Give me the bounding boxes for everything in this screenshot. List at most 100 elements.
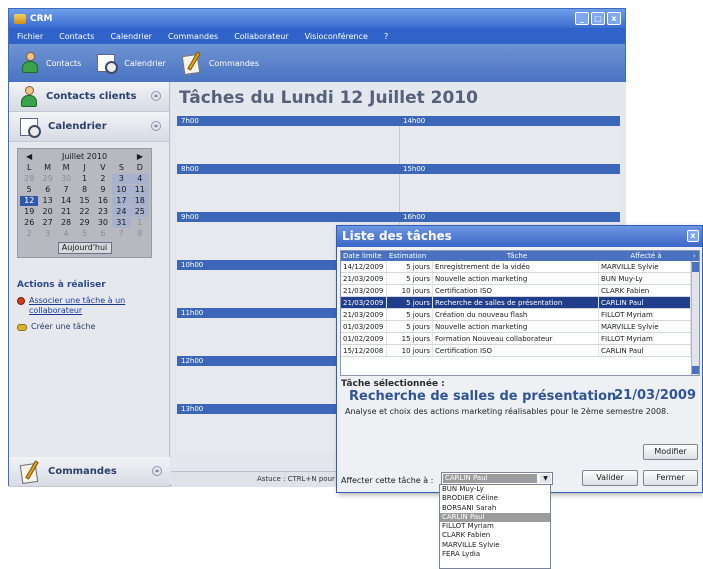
table-row[interactable]: 01/03/2009 5 jours Nouvelle action marketi… [341, 321, 699, 333]
calendar-day[interactable]: 19 [20, 207, 38, 217]
prev-month-button[interactable]: ◀ [26, 152, 32, 161]
dropdown-option[interactable]: BORSANI Sarah [440, 504, 550, 513]
scroll-down-icon[interactable] [692, 366, 699, 374]
action-assign[interactable]: Associer une tâche à un collaborateur [17, 296, 169, 316]
calendar-day[interactable]: 18 [130, 196, 149, 206]
calendar-day[interactable]: 27 [38, 218, 56, 228]
menu-calendrier[interactable]: Calendrier [102, 32, 160, 41]
calendar-day[interactable]: 4 [130, 174, 149, 184]
dropdown-option[interactable]: CLARK Fabien [440, 531, 550, 540]
action-assign-link[interactable]: Associer une tâche à un collaborateur [29, 296, 169, 316]
calendar-day[interactable]: 7 [112, 229, 130, 239]
calendar-day[interactable]: 28 [57, 218, 75, 228]
calendar-day[interactable]: 25 [130, 207, 149, 217]
calendar-day[interactable]: 16 [94, 196, 112, 206]
column-header[interactable]: Tâche [433, 251, 599, 261]
calendar-day[interactable]: 22 [75, 207, 93, 217]
dropdown-option[interactable]: FERA Lydia [440, 550, 550, 559]
action-create-label[interactable]: Créer une tâche [31, 322, 95, 332]
time-slot-body[interactable] [177, 126, 620, 164]
calendar-day[interactable]: 5 [75, 229, 93, 239]
maximize-button[interactable]: □ [591, 12, 605, 25]
menu-contacts[interactable]: Contacts [51, 32, 102, 41]
table-scrollbar[interactable] [691, 261, 699, 375]
expand-icon[interactable]: » [151, 91, 161, 101]
calendar-day[interactable]: 20 [38, 207, 56, 217]
dropdown-option[interactable]: BUN Muy-Ly [440, 485, 550, 494]
calendar-day[interactable]: 1 [75, 174, 93, 184]
minimize-button[interactable]: _ [575, 12, 589, 25]
calendar-day[interactable]: 6 [38, 185, 56, 195]
calendar-day[interactable]: 15 [75, 196, 93, 206]
toolbar-orders-button[interactable]: Commandes [180, 51, 259, 76]
calendar-day[interactable]: 12 [20, 196, 39, 206]
calendar-day[interactable]: 1 [131, 218, 149, 228]
menu-collaborateur[interactable]: Collaborateur [226, 32, 296, 41]
table-row[interactable]: 01/02/2009 15 jours Formation Nouveau coll… [341, 333, 699, 345]
calendar-day[interactable]: 29 [38, 174, 56, 184]
close-button[interactable]: x [607, 12, 621, 25]
table-row[interactable]: 21/03/2009 5 jours Nouvelle action marketi… [341, 273, 699, 285]
column-header[interactable]: Estimation [387, 251, 433, 261]
calendar-day[interactable]: 17 [112, 196, 131, 206]
dropdown-option[interactable]: MARVILLE Sylvie [440, 541, 550, 550]
sidebar-contacts[interactable]: Contacts clients » [9, 82, 169, 112]
calendar-day[interactable]: 21 [57, 207, 75, 217]
calendar-day[interactable]: 5 [20, 185, 38, 195]
calendar-day[interactable]: 13 [38, 196, 56, 206]
calendar-day[interactable]: 24 [112, 207, 131, 217]
next-month-button[interactable]: ▶ [137, 152, 143, 161]
calendar-day[interactable]: 6 [94, 229, 112, 239]
today-button[interactable]: Aujourd'hui [57, 242, 112, 254]
sidebar-orders[interactable]: Commandes » [9, 457, 170, 487]
calendar-day[interactable]: 28 [20, 174, 38, 184]
calendar-day[interactable]: 7 [57, 185, 75, 195]
calendar-day[interactable]: 2 [94, 174, 112, 184]
calendar-day[interactable]: 9 [94, 185, 112, 195]
column-header[interactable]: Affecté à [599, 251, 691, 261]
column-header[interactable]: Date limite [341, 251, 387, 261]
menu-help[interactable]: ? [376, 32, 396, 41]
modify-button[interactable]: Modifier [643, 444, 698, 460]
calendar-day[interactable]: 23 [94, 207, 112, 217]
table-row[interactable]: 21/03/2009 5 jours Création du nouveau fla… [341, 309, 699, 321]
dialog-close-icon[interactable]: x [687, 230, 699, 242]
collapse-icon[interactable]: « [151, 121, 161, 131]
title-bar[interactable]: CRM _ □ x [9, 9, 625, 28]
calendar-day[interactable]: 8 [75, 185, 93, 195]
table-row[interactable]: 21/03/2009 10 jours Certification ISO CLARK… [341, 285, 699, 297]
action-create[interactable]: Créer une tâche [17, 322, 169, 332]
table-row[interactable]: 21/03/2009 5 jours Recherche de salles de … [341, 297, 699, 309]
calendar-day[interactable]: 14 [57, 196, 75, 206]
menu-visioconference[interactable]: Visioconférence [297, 32, 376, 41]
toolbar-calendar-button[interactable]: Calendrier [95, 51, 166, 75]
calendar-day[interactable]: 26 [20, 218, 38, 228]
calendar-day[interactable]: 31 [112, 218, 131, 228]
calendar-day[interactable]: 11 [130, 185, 149, 195]
scroll-up-icon[interactable] [692, 262, 699, 272]
calendar-day[interactable]: 30 [94, 218, 112, 228]
dropdown-option[interactable]: FILLOT Myriam [440, 522, 550, 531]
close-dialog-button[interactable]: Fermer [643, 470, 698, 486]
calendar-day[interactable]: 8 [131, 229, 149, 239]
toolbar-contacts-button[interactable]: Contacts [19, 51, 81, 75]
calendar-day[interactable]: 2 [20, 229, 38, 239]
table-row[interactable]: 15/12/2008 10 jours Certification ISO CARLI… [341, 345, 699, 357]
menu-commandes[interactable]: Commandes [160, 32, 226, 41]
expand-icon[interactable]: » [152, 466, 162, 476]
calendar-day[interactable]: 3 [38, 229, 56, 239]
calendar-day[interactable]: 30 [57, 174, 75, 184]
calendar-day[interactable]: 29 [75, 218, 93, 228]
calendar-day[interactable]: 10 [112, 185, 131, 195]
sidebar-calendar[interactable]: Calendrier « [9, 112, 169, 142]
dialog-title-bar[interactable]: Liste des tâches x [337, 226, 702, 247]
calendar-day[interactable]: 4 [57, 229, 75, 239]
time-slot-body[interactable] [177, 174, 620, 212]
calendar-day[interactable]: 3 [112, 174, 131, 184]
validate-button[interactable]: Valider [582, 470, 638, 486]
chevron-down-icon[interactable]: ▼ [540, 474, 551, 483]
table-row[interactable]: 14/12/2009 5 jours Enregistrement de la vi… [341, 261, 699, 273]
menu-fichier[interactable]: Fichier [9, 32, 51, 41]
dropdown-option[interactable]: CARLIN Paul [440, 512, 550, 523]
dropdown-option[interactable]: BRODIER Céline [440, 494, 550, 503]
